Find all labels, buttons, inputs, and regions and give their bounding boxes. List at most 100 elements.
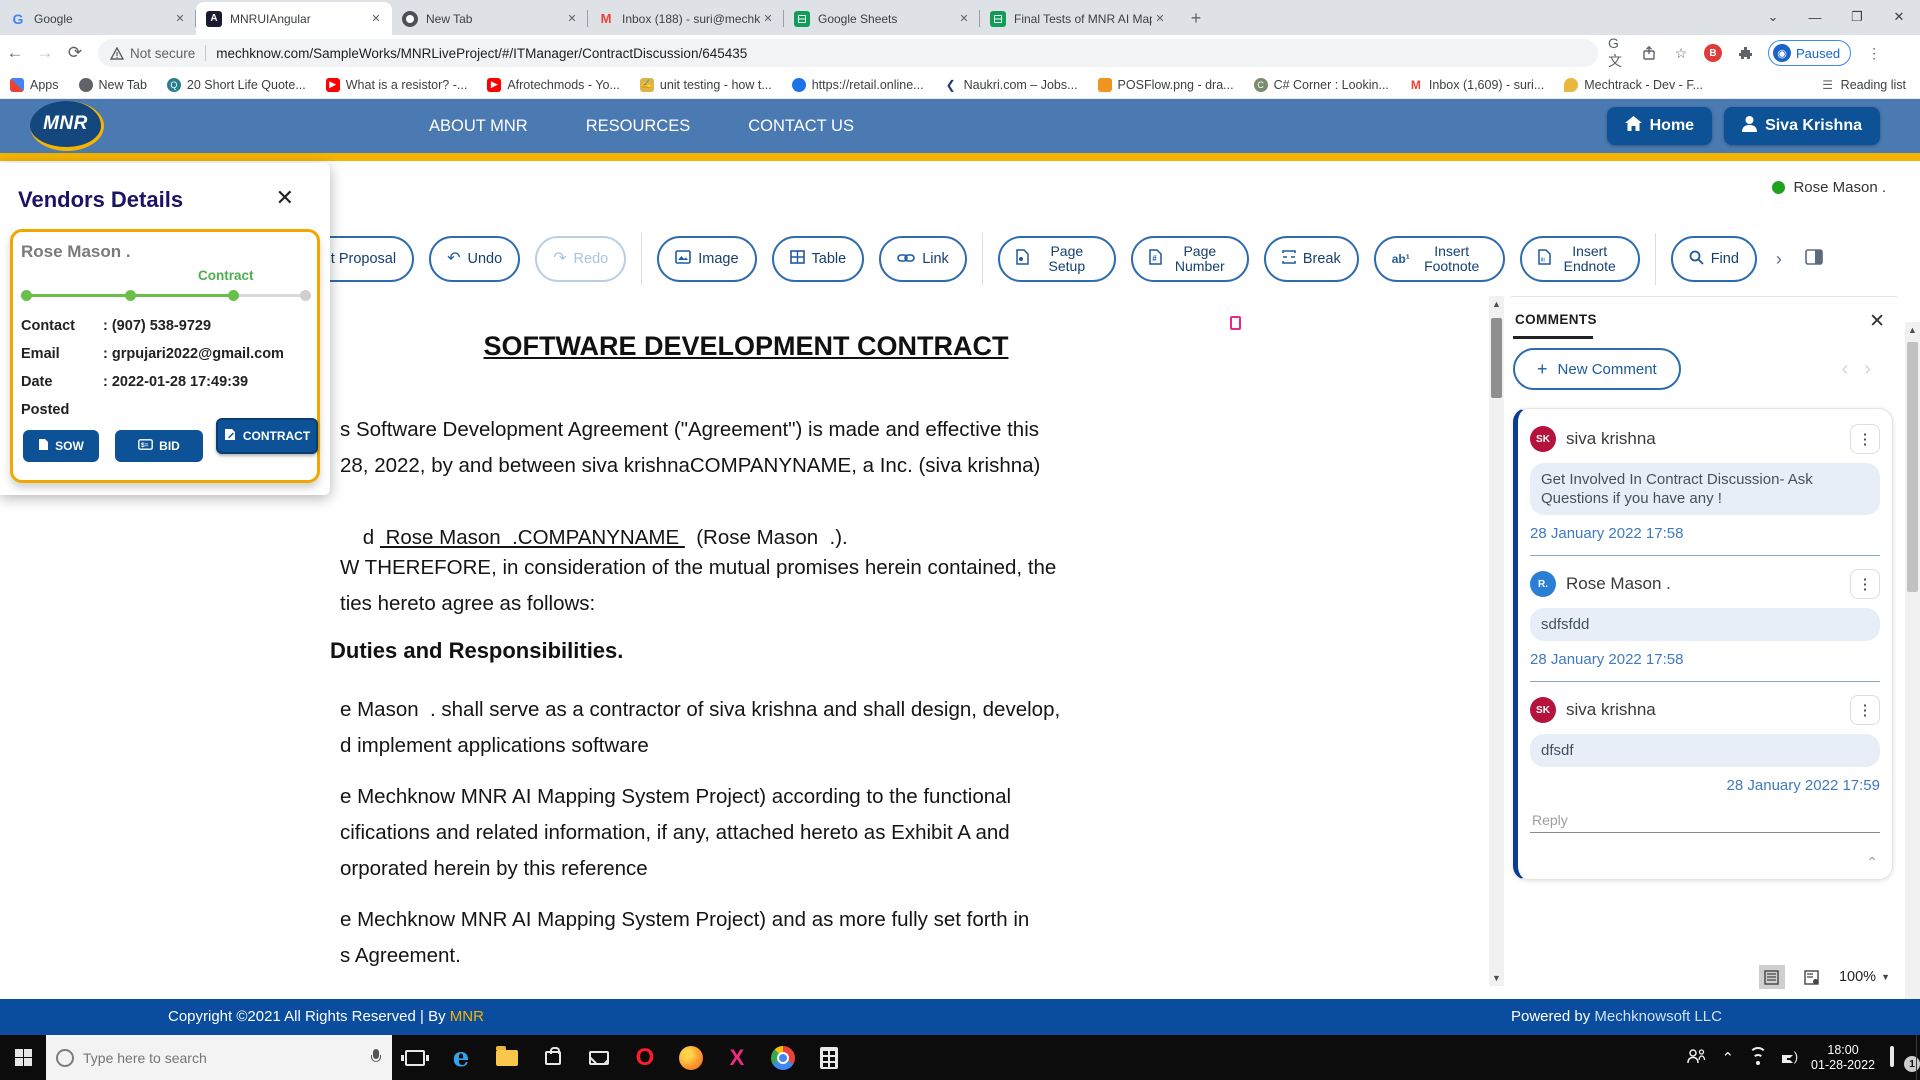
bookmark-apps[interactable]: Apps [10, 78, 59, 92]
chrome-app-button[interactable] [760, 1035, 806, 1080]
print-layout-icon[interactable] [1759, 965, 1785, 989]
nav-contact-us[interactable]: CONTACT US [748, 117, 854, 136]
paused-extension-button[interactable]: ◉ Paused [1768, 40, 1851, 66]
file-explorer-button[interactable] [484, 1035, 530, 1080]
bid-button[interactable]: $= BID [115, 430, 203, 462]
edge-app-button[interactable]: e [438, 1035, 484, 1080]
x-app-button[interactable]: X [714, 1035, 760, 1080]
tab-mnruiangular[interactable]: A MNRUIAngular ✕ [196, 2, 392, 35]
window-maximize-button[interactable]: ❐ [1836, 9, 1878, 25]
new-comment-button[interactable]: + New Comment [1513, 348, 1681, 390]
insert-endnote-button[interactable]: iii Insert Endnote [1520, 236, 1640, 282]
opera-app-button[interactable]: O [622, 1035, 668, 1080]
window-scrollbar[interactable]: ▲ [1905, 322, 1920, 1080]
reading-list-button[interactable]: ☰Reading list [1821, 71, 1906, 99]
new-tab-button[interactable]: + [1182, 4, 1210, 32]
comments-close-icon[interactable]: ✕ [1869, 310, 1885, 333]
insert-link-button[interactable]: Link [879, 236, 967, 282]
tab-google-sheets[interactable]: Google Sheets ✕ [784, 2, 980, 35]
insert-table-button[interactable]: Table [772, 236, 865, 282]
calculator-app-button[interactable] [806, 1035, 852, 1080]
tab-final-tests[interactable]: Final Tests of MNR AI Mapping S ✕ [980, 2, 1176, 35]
scrollbar-thumb[interactable] [1491, 318, 1502, 398]
insert-footnote-button[interactable]: ab¹ Insert Footnote [1374, 236, 1505, 282]
window-menu-chevron-icon[interactable]: ⌄ [1752, 9, 1794, 25]
translate-icon[interactable]: G文 [1608, 44, 1626, 62]
nav-resources[interactable]: RESOURCES [586, 117, 691, 136]
scroll-up-icon[interactable]: ▲ [1905, 325, 1920, 335]
wifi-icon[interactable] [1749, 1051, 1767, 1065]
collapse-chevron-icon[interactable]: ⌃ [1866, 854, 1878, 871]
bookmark-star-icon[interactable]: ☆ [1672, 44, 1690, 62]
comment-menu-icon[interactable]: ⋮ [1850, 424, 1880, 454]
window-minimize-button[interactable]: — [1794, 10, 1836, 25]
nav-about-mnr[interactable]: ABOUT MNR [429, 117, 528, 136]
bookmark-unit-testing[interactable]: ✍unit testing - how t... [640, 78, 772, 92]
powered-brand-link[interactable]: Mechknowsoft LLC [1594, 1008, 1722, 1025]
home-button[interactable]: Home [1607, 107, 1712, 145]
tab-google[interactable]: G Google ✕ [0, 2, 196, 35]
tab-close-icon[interactable]: ✕ [956, 11, 972, 27]
side-panel-toggle-icon[interactable] [1801, 249, 1827, 270]
firefox-app-button[interactable] [668, 1035, 714, 1080]
reload-button[interactable]: ⟳ [60, 43, 90, 63]
web-layout-icon[interactable] [1799, 965, 1825, 989]
people-icon[interactable] [1686, 1048, 1706, 1068]
taskbar-search[interactable] [46, 1035, 392, 1080]
tab-close-icon[interactable]: ✕ [368, 11, 384, 27]
tab-new-tab[interactable]: New Tab ✕ [392, 2, 588, 35]
bookmark-new-tab[interactable]: New Tab [79, 78, 147, 92]
taskbar-search-input[interactable] [83, 1050, 361, 1066]
find-button[interactable]: Find [1671, 236, 1757, 282]
tab-close-icon[interactable]: ✕ [172, 11, 188, 27]
redo-button[interactable]: ↷ Redo [535, 236, 626, 282]
reply-input[interactable] [1530, 808, 1880, 833]
bookmark-mechtrack[interactable]: Mechtrack - Dev - F... [1564, 78, 1703, 92]
tab-close-icon[interactable]: ✕ [760, 11, 776, 27]
url-omnibox[interactable]: Not secure mechknow.com/SampleWorks/MNRL… [98, 39, 1598, 67]
toolbar-overflow-chevron-icon[interactable]: › [1772, 249, 1786, 270]
tab-close-icon[interactable]: ✕ [564, 11, 580, 27]
share-icon[interactable] [1640, 44, 1658, 62]
bookmark-csharp-corner[interactable]: CC# Corner : Lookin... [1254, 78, 1389, 92]
start-button[interactable] [0, 1035, 46, 1080]
bookmark-resistor-video[interactable]: ▶What is a resistor? -... [326, 78, 468, 92]
tab-close-icon[interactable]: ✕ [1152, 11, 1168, 27]
footer-brand-link[interactable]: MNR [450, 1008, 484, 1025]
bookmark-naukri[interactable]: ❮Naukri.com – Jobs... [944, 78, 1078, 92]
extensions-puzzle-icon[interactable] [1736, 44, 1754, 62]
comment-menu-icon[interactable]: ⋮ [1850, 569, 1880, 599]
store-app-button[interactable] [530, 1035, 576, 1080]
insert-image-button[interactable]: Image [657, 236, 756, 282]
browser-menu-icon[interactable]: ⋮ [1865, 44, 1883, 62]
microphone-icon[interactable] [370, 1049, 382, 1066]
bookmark-afrotechmods[interactable]: ▶Afrotechmods - Yo... [487, 78, 620, 92]
mnr-logo[interactable]: MNR [30, 101, 104, 151]
bookmark-inbox[interactable]: MInbox (1,609) - suri... [1409, 78, 1544, 92]
zoom-level-dropdown[interactable]: 100% ▼ [1839, 969, 1890, 985]
document-scrollbar[interactable]: ▲ ▼ [1489, 296, 1504, 986]
mail-app-button[interactable] [576, 1035, 622, 1080]
back-button[interactable]: ← [0, 43, 30, 63]
comments-pager[interactable]: ‹› [1842, 358, 1887, 381]
vendors-panel-close-icon[interactable]: ✕ [276, 185, 294, 211]
scrollbar-thumb[interactable] [1907, 342, 1918, 592]
contract-button[interactable]: CONTRACT [216, 418, 318, 454]
speaker-icon[interactable] [1782, 1051, 1796, 1065]
action-center-button[interactable]: 1 [1890, 1048, 1914, 1068]
undo-button[interactable]: ↶ Undo [429, 236, 520, 282]
tab-gmail-inbox[interactable]: M Inbox (188) - suri@mechknowsof ✕ [588, 2, 784, 35]
bookmark-life-quote[interactable]: Q20 Short Life Quote... [167, 78, 306, 92]
forward-button[interactable]: → [30, 43, 60, 63]
window-close-button[interactable]: ✕ [1878, 9, 1920, 25]
show-desktop-button[interactable] [1916, 1035, 1920, 1080]
scroll-up-icon[interactable]: ▲ [1489, 299, 1504, 309]
sow-button[interactable]: SOW [23, 430, 99, 462]
insert-break-button[interactable]: Break [1264, 236, 1359, 282]
adblock-extension-icon[interactable]: B [1704, 44, 1722, 62]
bookmark-retail-online[interactable]: https://retail.online... [792, 78, 924, 92]
scroll-down-icon[interactable]: ▼ [1489, 973, 1504, 983]
bookmark-posflow[interactable]: POSFlow.png - dra... [1098, 78, 1234, 92]
page-number-button[interactable]: # Page Number [1131, 236, 1249, 282]
taskbar-clock[interactable]: 18:00 01-28-2022 [1811, 1043, 1875, 1073]
